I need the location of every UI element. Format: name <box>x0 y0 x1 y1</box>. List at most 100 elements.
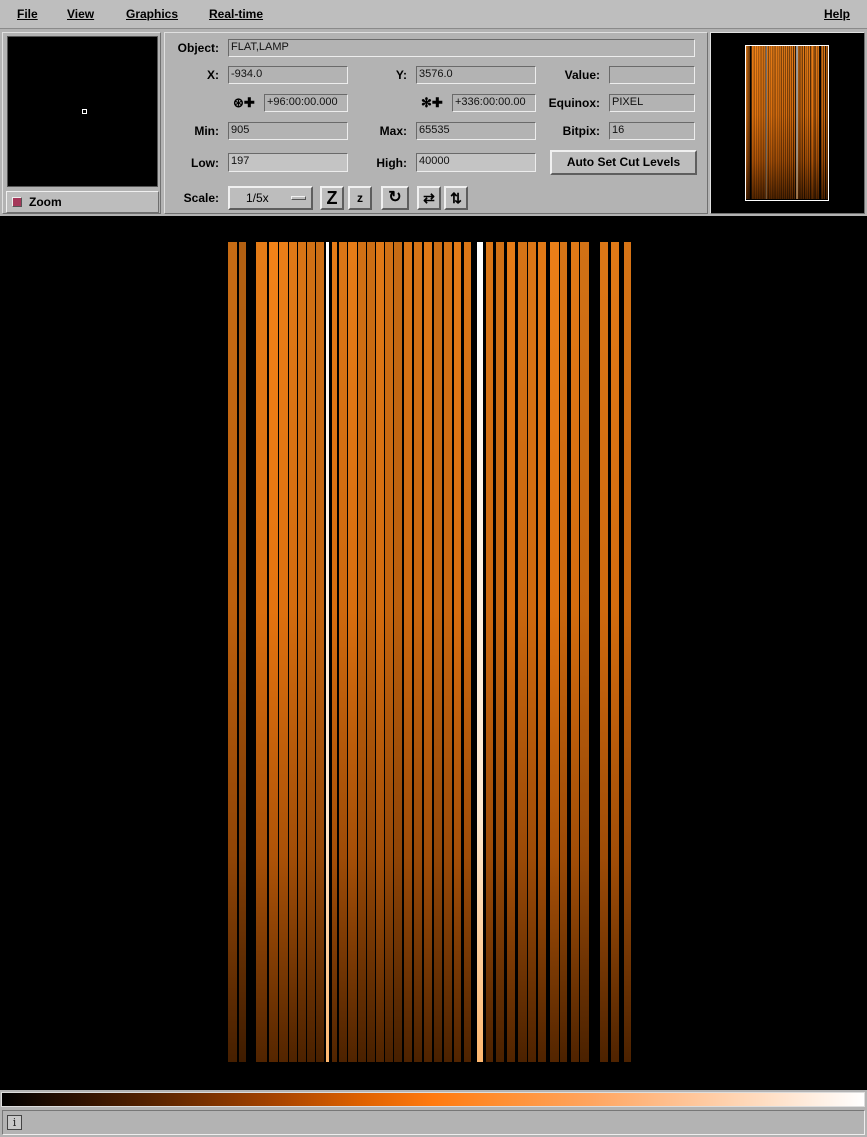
menu-file[interactable]: File <box>17 7 38 21</box>
zoom-toggle-button[interactable]: Zoom <box>6 191 159 213</box>
pan-viewport-box[interactable] <box>745 45 829 201</box>
fiber-stripe <box>239 242 246 1062</box>
zoom-in-icon: Z <box>326 188 338 208</box>
fiber-stripe <box>279 242 288 1062</box>
info-panel: Object: FLAT,LAMP X: -934.0 Y: 3576.0 Va… <box>164 32 708 214</box>
info-icon[interactable]: i <box>7 1115 22 1130</box>
equinox-field[interactable]: PIXEL <box>609 94 695 112</box>
zoom-checkbox[interactable] <box>12 197 22 207</box>
fiber-stripe <box>624 242 631 1062</box>
x-label: X: <box>207 68 219 82</box>
menu-graphics[interactable]: Graphics <box>126 7 178 21</box>
auto-set-cut-levels-button[interactable]: Auto Set Cut Levels <box>550 150 697 175</box>
fiber-stripe <box>571 242 579 1062</box>
fiber-stripe <box>326 242 329 1062</box>
menu-file-label: File <box>17 7 38 21</box>
value-field[interactable] <box>609 66 695 84</box>
menu-view[interactable]: View <box>67 7 94 21</box>
fiber-stripe <box>376 242 384 1062</box>
fiber-stripe <box>444 242 452 1062</box>
object-label: Object: <box>177 41 219 55</box>
fiber-stripe <box>507 242 515 1062</box>
zoom-out-button[interactable]: z <box>348 186 372 210</box>
bitpix-field[interactable]: 16 <box>609 122 695 140</box>
ra-field[interactable]: +96:00:00.000 <box>264 94 348 112</box>
y-field[interactable]: 3576.0 <box>416 66 536 84</box>
fiber-stripe <box>464 242 471 1062</box>
fiber-stripe <box>611 242 619 1062</box>
star-plus-icon: ✻✚ <box>421 95 443 110</box>
value-label: Value: <box>564 68 600 82</box>
fiber-stripe <box>600 242 608 1062</box>
image-display[interactable] <box>0 216 867 1090</box>
menu-view-label: View <box>67 7 95 21</box>
fiber-stripe <box>228 242 237 1062</box>
fiber-stripe <box>560 242 567 1062</box>
zoom-cursor-marker <box>82 109 87 114</box>
fiber-stripe <box>424 242 432 1062</box>
menu-graphics-label: Graphics <box>126 7 179 21</box>
fiber-stripe <box>348 242 357 1062</box>
fiber-stripe <box>307 242 315 1062</box>
fiber-stripe <box>518 242 527 1062</box>
fiber-stripe <box>316 242 324 1062</box>
fiber-stripe <box>550 242 559 1062</box>
fiber-stripe <box>538 242 546 1062</box>
globe-plus-icon: ⊛✚ <box>233 95 255 110</box>
scale-value: 1/5x <box>246 191 269 205</box>
zoom-panel: Zoom <box>2 32 161 214</box>
zoom-label: Zoom <box>29 195 62 209</box>
status-bar: i <box>2 1110 865 1135</box>
flip-x-button[interactable]: ⇄ <box>417 186 441 210</box>
colorbar[interactable] <box>1 1092 865 1107</box>
fiber-stripe <box>580 242 589 1062</box>
menu-realtime[interactable]: Real-time <box>209 7 263 21</box>
fiber-stripe <box>256 242 267 1062</box>
min-label: Min: <box>194 124 219 138</box>
menu-help-label: Help <box>824 7 851 21</box>
menu-help[interactable]: Help <box>824 7 850 21</box>
zoom-in-button[interactable]: Z <box>320 186 344 210</box>
fiber-stripe <box>528 242 536 1062</box>
high-cut-input[interactable]: 40000 <box>416 153 536 172</box>
fiber-stripe <box>434 242 442 1062</box>
fiber-stripe <box>385 242 393 1062</box>
max-field[interactable]: 65535 <box>416 122 536 140</box>
option-menu-indicator-icon <box>291 196 306 200</box>
fits-image[interactable] <box>228 242 633 1062</box>
dec-field[interactable]: +336:00:00.00 <box>452 94 536 112</box>
menu-bar: File View Graphics Real-time Help <box>0 0 867 29</box>
fiber-stripe <box>298 242 306 1062</box>
fiber-stripe <box>289 242 297 1062</box>
fiber-stripe <box>394 242 402 1062</box>
low-label: Low: <box>191 156 219 170</box>
rotate-icon: ↻ <box>388 189 402 206</box>
pan-panel[interactable] <box>710 32 865 214</box>
menu-realtime-label: Real-time <box>209 7 264 21</box>
scale-menu-button[interactable]: 1/5x <box>228 186 313 210</box>
scale-label: Scale: <box>183 191 219 205</box>
fiber-stripe <box>332 242 337 1062</box>
flip-x-icon: ⇄ <box>423 190 435 206</box>
equinox-label: Equinox: <box>548 96 600 110</box>
fiber-stripe <box>486 242 493 1062</box>
min-field[interactable]: 905 <box>228 122 348 140</box>
fiber-stripe <box>367 242 375 1062</box>
object-field[interactable]: FLAT,LAMP <box>228 39 695 57</box>
fiber-stripe <box>404 242 412 1062</box>
fiber-stripe <box>496 242 504 1062</box>
flip-y-button[interactable]: ⇅ <box>444 186 468 210</box>
x-field[interactable]: -934.0 <box>228 66 348 84</box>
zoom-view[interactable] <box>7 36 158 187</box>
rotate-button[interactable]: ↻ <box>381 186 409 210</box>
zoom-out-icon: z <box>357 191 363 205</box>
fiber-stripe <box>269 242 278 1062</box>
fiber-stripe <box>414 242 422 1062</box>
fiber-stripe <box>339 242 347 1062</box>
fiber-stripe <box>477 242 483 1062</box>
y-label: Y: <box>395 68 407 82</box>
flip-y-icon: ⇅ <box>450 190 462 206</box>
bitpix-label: Bitpix: <box>562 124 600 138</box>
low-cut-input[interactable]: 197 <box>228 153 348 172</box>
fiber-stripe <box>358 242 366 1062</box>
